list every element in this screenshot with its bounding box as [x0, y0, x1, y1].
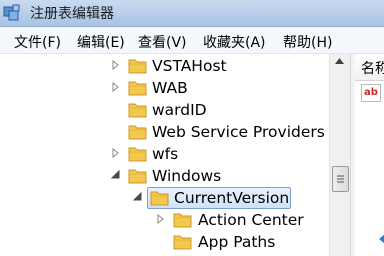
- expand-arrow-icon[interactable]: [112, 148, 119, 158]
- folder-icon: [173, 213, 192, 228]
- blue-arrow-icon: [379, 234, 384, 244]
- folder-icon: [173, 235, 192, 250]
- tree-item-app-paths[interactable]: App Paths: [0, 231, 329, 253]
- expand-arrow-icon[interactable]: [112, 82, 119, 92]
- expand-arrow-icon[interactable]: [157, 214, 164, 224]
- tree-item-label: Action Center: [198, 211, 304, 229]
- scrollbar-thumb[interactable]: [332, 166, 349, 192]
- folder-icon: [128, 81, 147, 96]
- tree-item-label: wfs: [152, 145, 179, 163]
- tree-vertical-scrollbar[interactable]: [329, 54, 350, 256]
- tree-item-label: CurrentVersion: [174, 189, 290, 207]
- scroll-up-arrow-icon[interactable]: [335, 58, 344, 64]
- values-pane[interactable]: 名称 ab: [355, 54, 384, 256]
- menu-edit[interactable]: 编辑(E): [77, 32, 125, 52]
- folder-open-icon: [128, 169, 147, 184]
- folder-icon: [128, 103, 147, 118]
- tree-item-vstahost[interactable]: VSTAHost: [0, 55, 329, 77]
- folder-icon: [128, 59, 147, 74]
- tree-item-label: wardID: [152, 101, 207, 119]
- collapse-arrow-icon[interactable]: [111, 170, 120, 179]
- tree-item-label: WAB: [152, 79, 188, 97]
- tree-item-label: VSTAHost: [152, 57, 227, 75]
- tree-item-currentversion[interactable]: CurrentVersion: [0, 187, 329, 209]
- folder-icon: [128, 147, 147, 162]
- menu-view[interactable]: 查看(V): [138, 32, 187, 52]
- string-value-icon: ab: [361, 84, 381, 102]
- tree-item-label: Web Service Providers: [152, 123, 325, 141]
- title-bar: 注册表编辑器: [0, 0, 384, 27]
- folder-icon: [128, 125, 147, 140]
- folder-open-icon: [150, 191, 169, 206]
- tree-item-label: App Paths: [198, 233, 276, 251]
- expand-arrow-icon[interactable]: [112, 60, 119, 70]
- window-title: 注册表编辑器: [30, 6, 114, 22]
- tree-item-web-service-providers[interactable]: Web Service Providers: [0, 121, 329, 143]
- column-header-label: 名称: [361, 61, 384, 77]
- menu-favorites[interactable]: 收藏夹(A): [203, 32, 266, 52]
- registry-tree[interactable]: VSTAHost WAB wardID Web Service Provider…: [0, 54, 329, 256]
- menu-file[interactable]: 文件(F): [14, 32, 61, 52]
- grip-icon: [337, 175, 344, 183]
- menu-help[interactable]: 帮助(H): [283, 32, 332, 52]
- menu-bar: 文件(F) 编辑(E) 查看(V) 收藏夹(A) 帮助(H): [0, 27, 384, 54]
- tree-item-wardid[interactable]: wardID: [0, 99, 329, 121]
- tree-item-wfs[interactable]: wfs: [0, 143, 329, 165]
- column-header-name[interactable]: 名称: [355, 54, 384, 81]
- tree-item-windows[interactable]: Windows: [0, 165, 329, 187]
- registry-editor-icon: [3, 4, 20, 21]
- tree-item-label: Windows: [152, 167, 222, 185]
- tree-item-wab[interactable]: WAB: [0, 77, 329, 99]
- collapse-arrow-icon[interactable]: [133, 192, 142, 201]
- tree-item-action-center[interactable]: Action Center: [0, 209, 329, 231]
